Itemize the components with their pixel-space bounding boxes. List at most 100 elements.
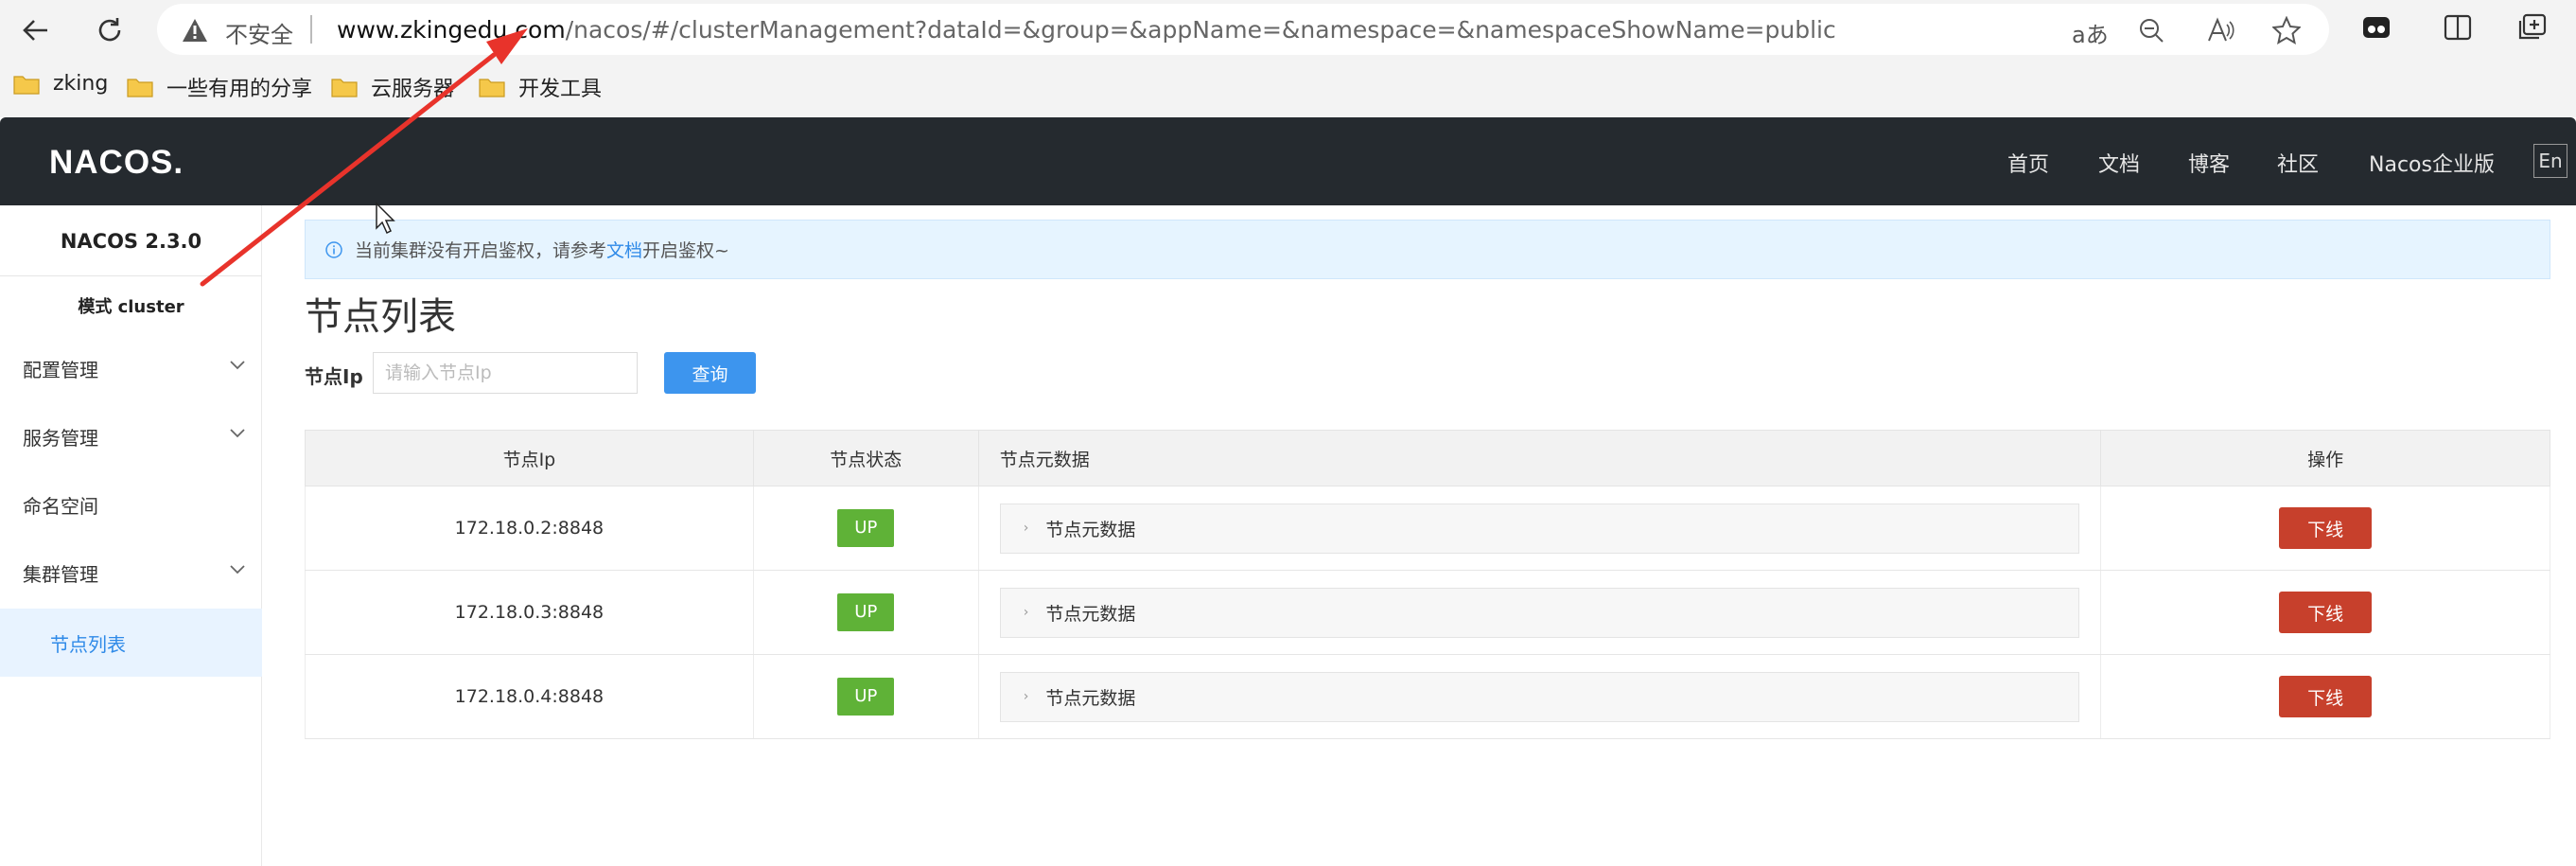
table-row: 172.18.0.3:8848 UP › 节点元数据 下线 <box>305 570 2550 655</box>
node-ip-cell: 172.18.0.2:8848 <box>305 486 754 571</box>
bookmark-label: 云服务器 <box>371 78 455 101</box>
auth-alert: 当前集群没有开启鉴权，请参考 文档 开启鉴权~ <box>305 220 2550 279</box>
actions-cell: 下线 <box>2100 570 2550 655</box>
node-ip-cell: 172.18.0.3:8848 <box>305 570 754 655</box>
metadata-label: 节点元数据 <box>1045 687 1136 709</box>
bookmarks-bar: zking 一些有用的分享 云服务器 开发工具 <box>0 68 2576 106</box>
sidebar-item-node-list[interactable]: 节点列表 <box>0 609 262 677</box>
table-row: 172.18.0.2:8848 UP › 节点元数据 下线 <box>305 486 2550 571</box>
node-metadata-cell: › 节点元数据 <box>977 486 2102 571</box>
node-metadata-cell: › 节点元数据 <box>977 570 2102 655</box>
status-badge: UP <box>837 678 895 716</box>
folder-icon <box>331 79 358 97</box>
warning-icon <box>183 19 207 42</box>
query-button[interactable]: 查询 <box>664 352 756 394</box>
bookmark-zking[interactable]: zking <box>13 72 108 96</box>
metadata-collapse[interactable]: › 节点元数据 <box>999 587 2080 638</box>
status-badge: UP <box>837 593 895 631</box>
chevron-right-icon: › <box>1023 605 1029 620</box>
sidebar-item-service-management[interactable]: 服务管理 <box>0 402 262 470</box>
column-header-node-status: 节点状态 <box>752 430 979 486</box>
offline-button[interactable]: 下线 <box>2279 592 2373 633</box>
folder-icon <box>479 79 505 97</box>
back-arrow-icon <box>23 20 47 41</box>
node-status-cell: UP <box>752 486 979 571</box>
nav-home[interactable]: 首页 <box>2007 148 2049 178</box>
address-separator <box>310 15 312 44</box>
sidebar-item-label: 配置管理 <box>23 358 98 381</box>
bookmark-useful-shares[interactable]: 一些有用的分享 <box>127 72 312 102</box>
offline-button[interactable]: 下线 <box>2279 507 2373 549</box>
column-header-node-ip: 节点Ip <box>305 430 754 486</box>
page-title: 节点列表 <box>305 295 456 339</box>
sidebar-item-config-management[interactable]: 配置管理 <box>0 334 262 402</box>
back-button[interactable] <box>15 9 57 51</box>
nacos-logo[interactable]: NACOS. <box>49 144 184 182</box>
offline-button[interactable]: 下线 <box>2279 676 2373 717</box>
bookmark-cloud-servers[interactable]: 云服务器 <box>331 72 454 102</box>
actions-cell: 下线 <box>2100 486 2550 571</box>
node-ip-filter-label: 节点Ip <box>305 365 363 388</box>
bookmark-dev-tools[interactable]: 开发工具 <box>479 72 602 102</box>
folder-icon <box>13 75 40 95</box>
extension-icon[interactable] <box>2361 13 2392 42</box>
sidebar-item-label: 集群管理 <box>23 562 98 586</box>
nav-community[interactable]: 社区 <box>2277 148 2319 178</box>
insecure-label[interactable]: 不安全 <box>225 16 293 49</box>
nav-blog[interactable]: 博客 <box>2188 148 2230 178</box>
chevron-right-icon: › <box>1023 521 1029 536</box>
docs-link[interactable]: 文档 <box>606 237 642 262</box>
favorite-star-icon[interactable] <box>2272 16 2301 44</box>
table-row: 172.18.0.4:8848 UP › 节点元数据 下线 <box>305 654 2550 739</box>
column-header-actions: 操作 <box>2100 430 2550 486</box>
sidebar-item-label: 服务管理 <box>23 426 98 450</box>
table-header-row: 节点Ip 节点状态 节点元数据 操作 <box>305 430 2550 486</box>
browser-chrome: 不安全 www.zkingedu.com/nacos/#/clusterMana… <box>0 0 2576 117</box>
collections-icon[interactable] <box>2516 13 2547 42</box>
node-status-cell: UP <box>752 570 979 655</box>
split-screen-icon[interactable] <box>2443 13 2473 42</box>
actions-cell: 下线 <box>2100 654 2550 739</box>
chevron-right-icon: › <box>1023 689 1029 704</box>
alert-text: 当前集群没有开启鉴权，请参考 <box>355 240 607 261</box>
reader-view-icon[interactable] <box>2206 17 2234 44</box>
version-label: NACOS 2.3.0 <box>60 230 202 253</box>
bookmark-label: zking <box>53 72 109 96</box>
mode-label: 模式 cluster <box>78 297 184 317</box>
nav-enterprise[interactable]: Nacos企业版 <box>2369 148 2495 178</box>
node-metadata-cell: › 节点元数据 <box>977 654 2102 739</box>
node-ip-input[interactable] <box>373 352 638 394</box>
sidebar-item-cluster-management[interactable]: 集群管理 <box>0 539 262 607</box>
metadata-label: 节点元数据 <box>1045 519 1136 540</box>
address-bar[interactable]: 不安全 www.zkingedu.com/nacos/#/clusterMana… <box>157 4 2329 55</box>
folder-icon <box>127 79 153 97</box>
alert-text-suffix: 开启鉴权~ <box>642 240 729 261</box>
chevron-down-icon <box>230 565 245 574</box>
metadata-collapse[interactable]: › 节点元数据 <box>999 503 2080 554</box>
refresh-button[interactable] <box>89 9 131 51</box>
node-status-cell: UP <box>752 654 979 739</box>
refresh-icon <box>98 18 121 42</box>
bookmark-label: 开发工具 <box>518 78 603 101</box>
sidebar-item-namespace[interactable]: 命名空间 <box>0 470 262 539</box>
info-icon <box>325 240 342 258</box>
chevron-down-icon <box>230 361 245 370</box>
read-aloud-icon[interactable]: aあ <box>2072 16 2109 49</box>
url-text[interactable]: www.zkingedu.com/nacos/#/clusterManageme… <box>337 16 1836 44</box>
sidebar-item-label: 节点列表 <box>50 632 126 656</box>
url-domain: www.zkingedu.com <box>337 16 566 44</box>
metadata-collapse[interactable]: › 节点元数据 <box>999 671 2080 722</box>
language-switch-button[interactable]: En <box>2533 144 2567 178</box>
app-header: NACOS. 首页 文档 博客 社区 Nacos企业版 En <box>0 117 2576 205</box>
url-path: /nacos/#/clusterManagement?dataId=&group… <box>565 16 1836 44</box>
node-table: 节点Ip 节点状态 节点元数据 操作 172.18.0.2:8848 UP › 节… <box>305 430 2550 739</box>
nav-docs[interactable]: 文档 <box>2098 148 2140 178</box>
bookmark-label: 一些有用的分享 <box>166 78 313 101</box>
sidebar-item-label: 命名空间 <box>23 494 98 518</box>
sidebar: NACOS 2.3.0 模式 cluster 配置管理 服务管理 命名空间 集群… <box>0 205 262 866</box>
metadata-label: 节点元数据 <box>1045 603 1136 625</box>
status-badge: UP <box>837 509 895 547</box>
zoom-out-icon[interactable] <box>2138 17 2164 44</box>
sidebar-divider <box>0 275 262 276</box>
chevron-down-icon <box>230 429 245 438</box>
